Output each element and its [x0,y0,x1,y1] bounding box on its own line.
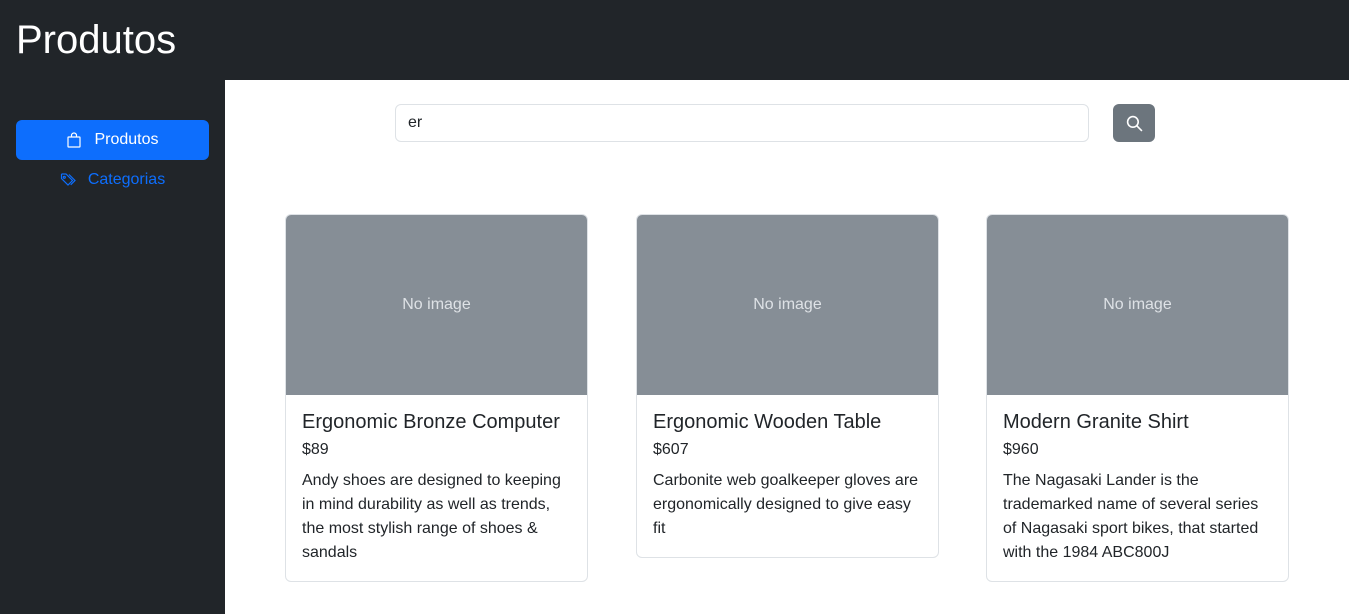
product-image-placeholder: No image [286,215,587,395]
product-name: Ergonomic Bronze Computer [302,411,560,433]
product-card[interactable]: No image Ergonomic Wooden Table $607 Car… [636,214,939,558]
product-price: $89 [302,441,329,458]
product-description: The Nagasaki Lander is the trademarked n… [1003,472,1259,561]
product-name: Ergonomic Wooden Table [653,411,882,433]
search-icon [1126,115,1143,132]
no-image-text: No image [402,296,471,313]
product-card[interactable]: No image Modern Granite Shirt $960 The N… [986,214,1289,582]
sidebar-item-label: Categorias [87,171,166,188]
card-body: Ergonomic Bronze Computer $89 Andy shoes… [286,395,587,581]
sidebar-item-produtos[interactable]: Produtos [16,120,209,160]
product-image-placeholder: No image [987,215,1288,395]
no-image-text: No image [753,296,822,313]
tags-icon [60,172,76,188]
product-image-placeholder: No image [637,215,938,395]
product-card[interactable]: No image Ergonomic Bronze Computer $89 A… [285,214,588,582]
main-content: No image Ergonomic Bronze Computer $89 A… [225,80,1349,614]
card-body: Ergonomic Wooden Table $607 Carbonite we… [637,395,938,557]
sidebar: Produtos Categorias [0,80,225,614]
search-button[interactable] [1113,104,1155,142]
product-price: $607 [653,441,689,458]
product-name: Modern Granite Shirt [1003,411,1189,433]
search-input[interactable] [395,104,1089,142]
app-title: Produtos [16,18,177,62]
product-description: Andy shoes are designed to keeping in mi… [302,472,561,561]
sidebar-item-categorias[interactable]: Categorias [16,160,209,200]
bag-icon [66,132,82,148]
top-navbar: Produtos [0,0,1349,80]
card-body: Modern Granite Shirt $960 The Nagasaki L… [987,395,1288,581]
sidebar-item-label: Produtos [94,131,159,148]
product-price: $960 [1003,441,1039,458]
product-description: Carbonite web goalkeeper gloves are ergo… [653,472,919,537]
no-image-text: No image [1103,296,1172,313]
